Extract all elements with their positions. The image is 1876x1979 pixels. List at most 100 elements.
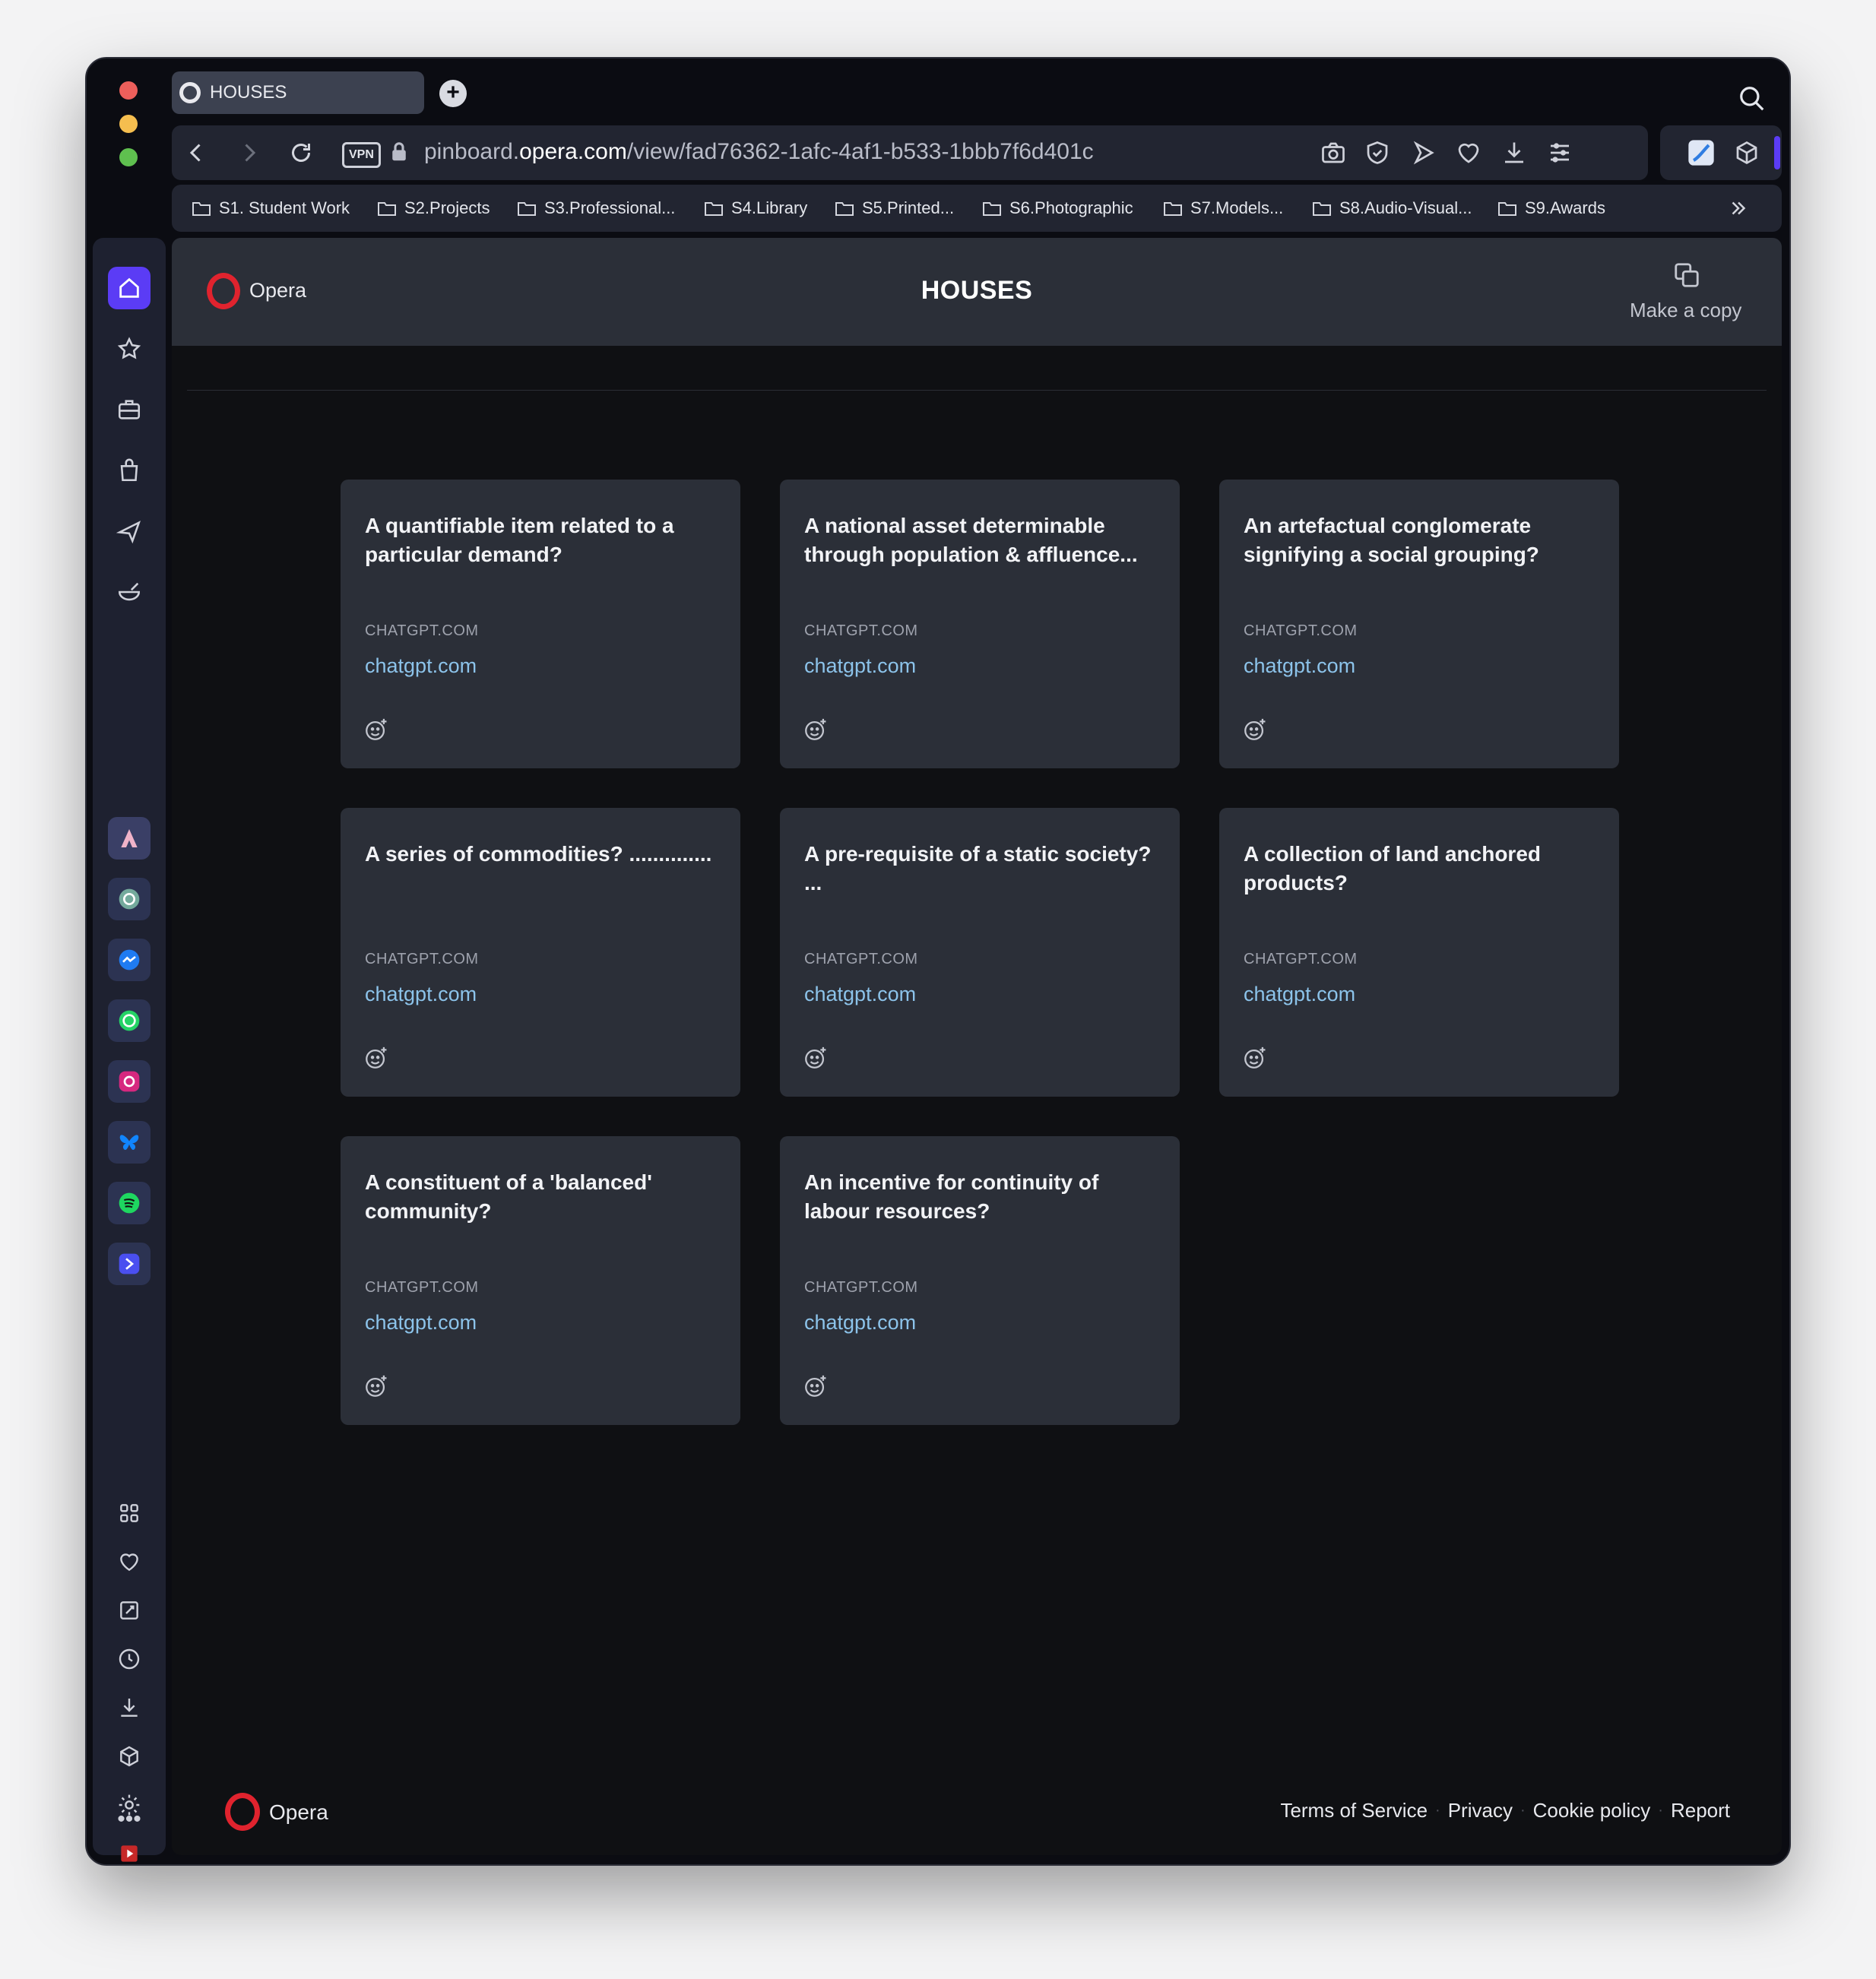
sidebar-pinboards-button[interactable] bbox=[108, 1589, 151, 1632]
sidebar-downloads-button[interactable] bbox=[108, 1686, 151, 1729]
forward-icon[interactable] bbox=[236, 139, 263, 166]
folder-icon bbox=[1164, 202, 1182, 216]
add-reaction-icon[interactable] bbox=[803, 1373, 829, 1399]
card-link[interactable]: chatgpt.com bbox=[804, 1311, 916, 1335]
flow-icon[interactable] bbox=[1409, 139, 1437, 166]
bookmark-folder[interactable]: S7.Models... bbox=[1163, 185, 1283, 232]
shield-icon[interactable] bbox=[1364, 139, 1391, 166]
sidebar-workspaces-button[interactable] bbox=[108, 1492, 151, 1534]
sidebar-history-button[interactable] bbox=[108, 1638, 151, 1680]
folder-icon bbox=[983, 202, 1001, 216]
download-icon[interactable] bbox=[1500, 139, 1528, 166]
heart-icon[interactable] bbox=[1455, 139, 1482, 166]
bookmark-folder[interactable]: S6.Photographic bbox=[982, 185, 1133, 232]
card-source: CHATGPT.COM bbox=[1244, 622, 1358, 639]
tab-houses[interactable]: HOUSES bbox=[172, 71, 424, 114]
sidebar-whatsapp-app[interactable] bbox=[108, 999, 151, 1042]
card-link[interactable]: chatgpt.com bbox=[804, 983, 916, 1006]
add-reaction-icon[interactable] bbox=[1242, 717, 1268, 743]
search-icon[interactable] bbox=[1738, 84, 1767, 113]
terms-link[interactable]: Terms of Service bbox=[1280, 1799, 1428, 1822]
bookmark-folder[interactable]: S8.Audio-Visual... bbox=[1312, 185, 1472, 232]
header-divider bbox=[187, 390, 1767, 391]
cube-icon[interactable] bbox=[1733, 139, 1760, 166]
whatsapp-icon bbox=[119, 1010, 140, 1031]
chevron-double-right-icon[interactable] bbox=[1727, 197, 1750, 220]
sidebar-bluesky-app[interactable] bbox=[108, 1121, 151, 1164]
add-reaction-icon[interactable] bbox=[1242, 1045, 1268, 1071]
add-reaction-icon[interactable] bbox=[803, 717, 829, 743]
pinboard-card[interactable]: A series of commodities? .............. … bbox=[341, 808, 740, 1097]
sidebar-aria-app[interactable] bbox=[108, 817, 151, 860]
bluesky-icon bbox=[119, 1135, 139, 1151]
folder-icon bbox=[192, 202, 211, 216]
folder-icon bbox=[1498, 202, 1516, 216]
pinboard-card[interactable]: A constituent of a 'balanced' community?… bbox=[341, 1136, 740, 1425]
card-link[interactable]: chatgpt.com bbox=[1244, 654, 1355, 678]
pinboard-card[interactable]: An artefactual conglomerate signifying a… bbox=[1219, 480, 1619, 768]
card-link[interactable]: chatgpt.com bbox=[1244, 983, 1355, 1006]
pinboard-card[interactable]: A quantifiable item related to a particu… bbox=[341, 480, 740, 768]
bookmark-folder[interactable]: S4.Library bbox=[704, 185, 807, 232]
card-link[interactable]: chatgpt.com bbox=[804, 654, 916, 678]
footer-separator: · bbox=[1435, 1802, 1440, 1819]
pinboard-icon bbox=[120, 1601, 138, 1620]
sidebar-bookmarks-button[interactable] bbox=[108, 1540, 151, 1583]
card-link[interactable]: chatgpt.com bbox=[365, 654, 477, 678]
footer-brand: Opera bbox=[269, 1800, 328, 1824]
star-icon bbox=[117, 337, 141, 359]
card-source: CHATGPT.COM bbox=[365, 622, 479, 639]
card-link[interactable]: chatgpt.com bbox=[365, 983, 477, 1006]
bookmark-folder[interactable]: S1. Student Work bbox=[192, 185, 350, 232]
pinboard-card[interactable]: A collection of land anchored products? … bbox=[1219, 808, 1619, 1097]
card-title: A collection of land anchored products? bbox=[1244, 842, 1542, 895]
maximize-window-button[interactable] bbox=[119, 148, 138, 166]
sidebar-shopping-button[interactable] bbox=[108, 449, 151, 492]
bookmark-folder[interactable]: S2.Projects bbox=[377, 185, 490, 232]
vpn-badge[interactable]: VPN bbox=[342, 142, 381, 168]
sidebar-more-icon[interactable]: ••• bbox=[108, 1808, 151, 1838]
close-window-button[interactable] bbox=[119, 81, 138, 100]
sidebar-speed-dial-button[interactable] bbox=[108, 328, 151, 370]
pinboard-card[interactable]: A national asset determinable through po… bbox=[780, 480, 1180, 768]
easy-setup-icon[interactable] bbox=[1546, 139, 1573, 166]
add-reaction-icon[interactable] bbox=[363, 1045, 389, 1071]
bookmark-folder[interactable]: S3.Professional... bbox=[517, 185, 675, 232]
add-reaction-icon[interactable] bbox=[363, 717, 389, 743]
pinboard-card[interactable]: A pre-requisite of a static society? ...… bbox=[780, 808, 1180, 1097]
extension-icon[interactable] bbox=[1686, 138, 1716, 168]
cookie-policy-link[interactable]: Cookie policy bbox=[1533, 1799, 1651, 1822]
folder-icon bbox=[705, 202, 723, 216]
sidebar-extensions-button[interactable] bbox=[108, 1735, 151, 1778]
bookmark-folder[interactable]: S5.Printed... bbox=[835, 185, 954, 232]
address-bar: VPN pinboard.opera.com/view/fad76362-1af… bbox=[172, 125, 1710, 180]
url-text[interactable]: pinboard.opera.com/view/fad76362-1afc-4a… bbox=[424, 139, 1094, 165]
minimize-window-button[interactable] bbox=[119, 115, 138, 133]
sidebar-food-button[interactable] bbox=[108, 571, 151, 613]
pinboard-header: Opera HOUSES Make a copy bbox=[172, 238, 1782, 346]
new-tab-button[interactable]: + bbox=[439, 80, 467, 107]
add-reaction-icon[interactable] bbox=[803, 1045, 829, 1071]
report-link[interactable]: Report bbox=[1671, 1799, 1730, 1822]
sidebar-travel-button[interactable] bbox=[108, 510, 151, 553]
sidebar-instagram-app[interactable] bbox=[108, 1060, 151, 1103]
sidebar-player-app[interactable] bbox=[108, 1243, 151, 1285]
copy-icon[interactable] bbox=[1672, 261, 1701, 290]
pinboard-card[interactable]: An incentive for continuity of labour re… bbox=[780, 1136, 1180, 1425]
make-copy-button[interactable]: Make a copy bbox=[1630, 299, 1741, 322]
bookmark-folder[interactable]: S9.Awards bbox=[1497, 185, 1605, 232]
card-link[interactable]: chatgpt.com bbox=[365, 1311, 477, 1335]
reload-icon[interactable] bbox=[287, 139, 315, 166]
sidebar-spotify-app[interactable] bbox=[108, 1182, 151, 1224]
bowl-icon bbox=[118, 582, 141, 601]
folder-icon bbox=[1313, 202, 1331, 216]
messenger-icon bbox=[119, 949, 140, 971]
sidebar-messenger-app[interactable] bbox=[108, 939, 151, 981]
back-icon[interactable] bbox=[182, 139, 210, 166]
add-reaction-icon[interactable] bbox=[363, 1373, 389, 1399]
sidebar-chatgpt-app[interactable] bbox=[108, 878, 151, 920]
sidebar-work-button[interactable] bbox=[108, 388, 151, 431]
camera-icon[interactable] bbox=[1320, 139, 1347, 166]
sidebar-home-button[interactable] bbox=[108, 267, 151, 309]
privacy-link[interactable]: Privacy bbox=[1448, 1799, 1513, 1822]
